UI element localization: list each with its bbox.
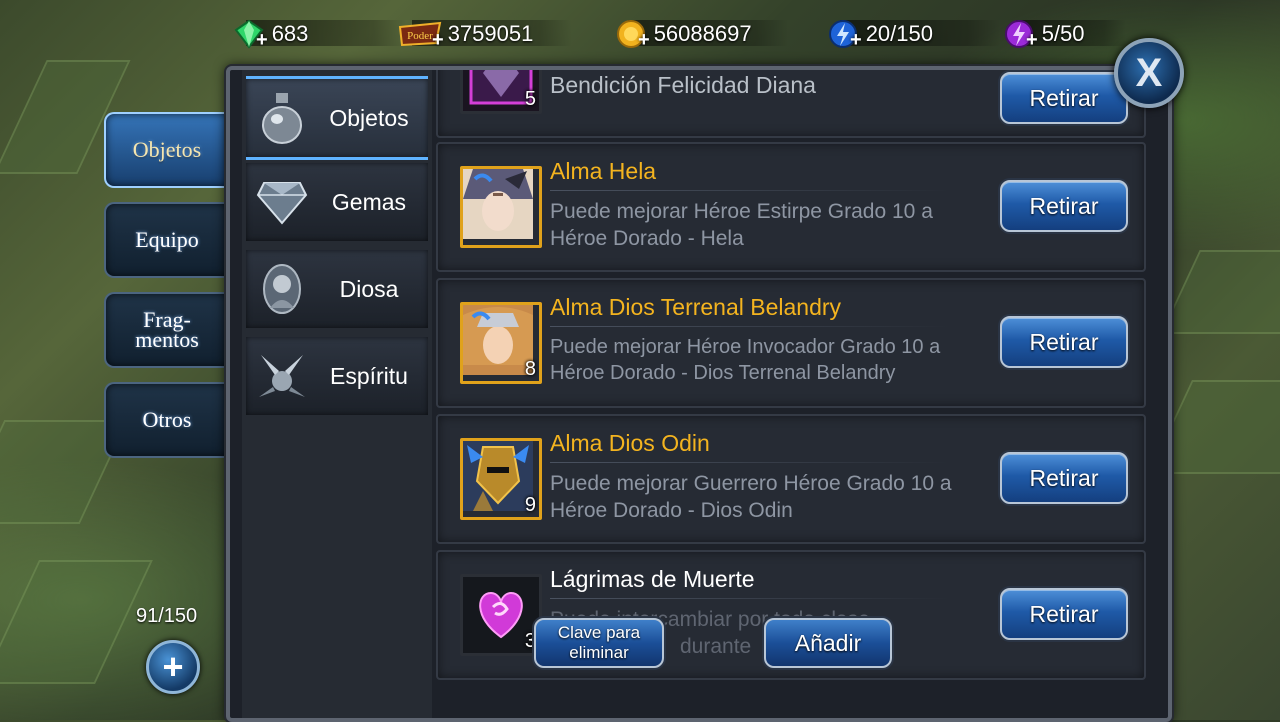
divider — [550, 326, 950, 327]
item-description: Puede mejorar Héroe Estirpe Grado 10 a H… — [550, 200, 933, 250]
energy-value: 20/150 — [865, 21, 933, 46]
retirar-button[interactable]: Retirar — [1000, 588, 1128, 640]
gold-value: 56088697 — [653, 21, 752, 46]
stamina-currency[interactable]: + 5/50 — [1002, 14, 1126, 54]
power-value: 3759051 — [447, 21, 534, 46]
power-currency[interactable]: Poder + 3759051 — [398, 14, 572, 54]
stamina-value: 5/50 — [1041, 21, 1085, 46]
retirar-button[interactable]: Retirar — [1000, 72, 1128, 124]
item-quantity: 9 — [524, 494, 536, 516]
item-name: Alma Dios Terrenal Belandry — [550, 294, 842, 320]
plus-icon: + — [432, 28, 444, 51]
background-tile — [1160, 250, 1280, 334]
spirit-icon — [254, 348, 310, 404]
list-item: 9 Alma Dios Odin Puede mejorar Guerrero … — [436, 414, 1146, 544]
retirar-button[interactable]: Retirar — [1000, 316, 1128, 368]
plus-icon: + — [850, 28, 862, 51]
list-item: 5 Bendición Felicidad Diana Retirar — [436, 70, 1146, 138]
category-gemas[interactable]: Gemas — [246, 163, 428, 241]
retirar-button[interactable]: Retirar — [1000, 452, 1128, 504]
list-item: Alma Hela Puede mejorar Héroe Estirpe Gr… — [436, 142, 1146, 272]
item-thumbnail[interactable] — [460, 166, 542, 248]
tab-equipo[interactable]: Equipo — [104, 202, 228, 278]
category-label: Diosa — [339, 275, 399, 302]
category-diosa[interactable]: Diosa — [246, 250, 428, 328]
item-thumbnail[interactable]: 3 — [460, 574, 542, 656]
item-thumbnail[interactable]: 9 — [460, 438, 542, 520]
plus-icon: + — [1026, 28, 1038, 51]
category-label: Espíritu — [330, 362, 408, 389]
diamond-icon — [254, 174, 310, 230]
item-description: Puede mejorar Guerrero Héroe Grado 10 a … — [550, 472, 952, 522]
item-name: Alma Dios Odin — [550, 430, 710, 456]
background-tile — [0, 560, 153, 684]
close-icon: X — [1135, 50, 1163, 95]
tab-objetos[interactable]: Objetos — [104, 112, 228, 188]
item-thumbnail[interactable]: 8 — [460, 302, 542, 384]
plus-icon: + — [638, 28, 650, 51]
goddess-icon — [254, 261, 310, 317]
retirar-button[interactable]: Retirar — [1000, 180, 1128, 232]
tab-fragmentos[interactable]: Frag- mentos — [104, 292, 228, 368]
divider — [550, 462, 950, 463]
category-label: Objetos — [329, 104, 409, 131]
currency-bar: + 683 Poder + 3759051 + 56088697 + 20/15… — [0, 0, 1280, 62]
item-name: Lágrimas de Muerte — [550, 566, 755, 592]
item-thumbnail[interactable]: 5 — [460, 70, 542, 114]
potion-icon — [254, 90, 310, 146]
expand-bag-button[interactable]: + — [146, 640, 200, 694]
divider — [550, 598, 950, 599]
list-item: 8 Alma Dios Terrenal Belandry Puede mejo… — [436, 278, 1146, 408]
item-quantity: 8 — [524, 358, 536, 380]
divider — [550, 190, 950, 191]
gem-currency[interactable]: + 683 — [232, 14, 406, 54]
category-label: Gemas — [331, 188, 407, 215]
item-name: Alma Hela — [550, 158, 657, 184]
bag-capacity: 91/150 — [136, 605, 198, 627]
tab-otros[interactable]: Otros — [104, 382, 228, 458]
inventory-panel: Objetos Gemas Diosa Espíritu 5 Bendición… — [226, 66, 1172, 722]
delete-key-button[interactable]: Clave para eliminar — [534, 618, 664, 668]
energy-currency[interactable]: + 20/150 — [826, 14, 1000, 54]
item-description: Puede mejorar Héroe Invocador Grado 10 a… — [550, 336, 941, 384]
gem-value: 683 — [271, 21, 309, 46]
add-button[interactable]: Añadir — [764, 618, 892, 668]
plus-icon: + — [162, 646, 184, 687]
category-espiritu[interactable]: Espíritu — [246, 337, 428, 415]
gold-currency[interactable]: + 56088697 — [614, 14, 788, 54]
close-button[interactable]: X — [1114, 38, 1184, 108]
item-quantity: 5 — [524, 88, 536, 110]
category-objetos[interactable]: Objetos — [246, 76, 428, 160]
item-name: Bendición Felicidad Diana — [550, 72, 816, 98]
plus-icon: + — [256, 28, 268, 51]
svg-text:Poder: Poder — [407, 30, 433, 42]
